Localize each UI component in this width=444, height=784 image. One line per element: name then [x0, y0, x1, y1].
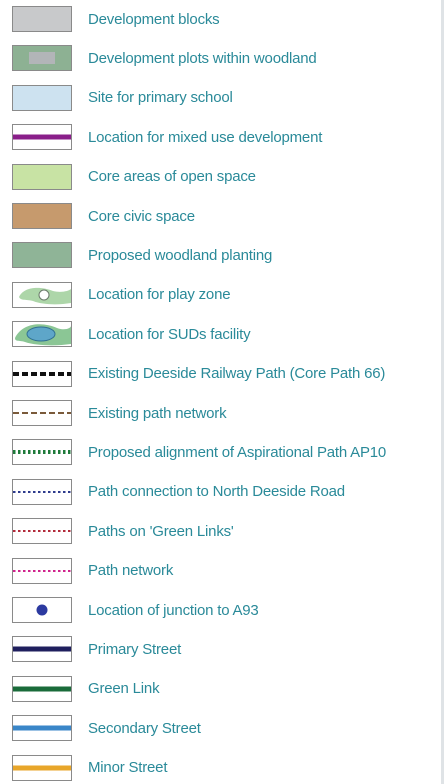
legend-symbol [13, 85, 71, 110]
legend-item: Location for mixed use development [12, 122, 322, 152]
legend-swatch [12, 597, 72, 623]
legend-swatch [12, 518, 72, 545]
legend-label: Site for primary school [88, 89, 233, 107]
legend-item: Path network [12, 556, 173, 586]
play-marker [38, 289, 50, 301]
legend-label: Development plots within woodland [88, 49, 317, 67]
legend-symbol [13, 530, 71, 533]
legend-item: Existing Deeside Railway Path (Core Path… [12, 359, 385, 389]
suds-icon [15, 324, 71, 346]
legend-symbol [19, 287, 71, 305]
legend-label: Existing Deeside Railway Path (Core Path… [88, 365, 386, 383]
legend-swatch [12, 478, 72, 505]
legend-symbol [13, 7, 71, 31]
legend-swatch [12, 45, 72, 72]
legend-swatch [12, 360, 72, 387]
legend-symbol [13, 450, 71, 455]
legend-item: Path connection to North Deeside Road [12, 477, 345, 507]
legend-item: Development blocks [12, 4, 220, 34]
legend-label: Core areas of open space [88, 168, 256, 186]
legend-item: Site for primary school [12, 83, 233, 113]
legend-label: Secondary Street [88, 719, 201, 737]
legend-label: Green Link [88, 680, 160, 698]
legend-swatch [12, 754, 72, 781]
legend-symbol [13, 243, 71, 268]
legend-symbol [13, 46, 71, 71]
fill-swatch [13, 164, 71, 189]
legend-item: Existing path network [12, 398, 227, 428]
legend-symbol [13, 686, 71, 692]
legend-item: Location of junction to A93 [12, 595, 259, 625]
legend-item: Green Link [12, 674, 160, 704]
legend-label: Location for SUDs facility [88, 325, 251, 343]
legend-label: Minor Street [88, 759, 168, 777]
legend-label: Path connection to North Deeside Road [88, 483, 345, 501]
legend-label: Existing path network [88, 404, 227, 422]
play-zone-icon [19, 287, 71, 305]
legend-item: Secondary Street [12, 713, 201, 743]
junction-icon [36, 604, 48, 616]
legend-symbol [13, 134, 71, 140]
legend-swatch [12, 636, 72, 663]
legend-label: Core civic space [88, 207, 195, 225]
legend-symbol [13, 765, 71, 771]
legend-label: Location for mixed use development [88, 128, 323, 146]
legend-symbol [13, 204, 71, 228]
legend-item: Core civic space [12, 201, 195, 231]
legend-swatch [12, 557, 72, 584]
legend-symbol [13, 569, 71, 572]
legend-symbol [13, 646, 71, 652]
legend-item: Minor Street [12, 753, 167, 783]
legend-item: Paths on 'Green Links' [12, 516, 234, 546]
fill-swatch [13, 204, 71, 228]
legend-item: Location for play zone [12, 280, 231, 310]
legend-symbol [13, 164, 71, 189]
legend-symbol [36, 604, 48, 616]
legend-swatch [12, 6, 72, 32]
legend-item: Primary Street [12, 634, 181, 664]
legend-symbol [13, 490, 71, 493]
legend-swatch [12, 124, 72, 151]
legend: Development blocks Development plots with… [0, 0, 444, 784]
legend-item: Core areas of open space [12, 162, 256, 192]
legend-label: Location for play zone [88, 286, 231, 304]
legend-swatch [12, 163, 72, 190]
legend-label: Path network [88, 562, 174, 580]
legend-swatch [12, 439, 72, 466]
legend-swatch [12, 321, 72, 348]
fill-swatch [13, 85, 71, 110]
plot-block [29, 52, 55, 65]
legend-swatch [12, 400, 72, 426]
fill-swatch [13, 7, 71, 31]
fill-swatch [13, 243, 71, 268]
legend-label: Proposed alignment of Aspirational Path … [88, 443, 387, 461]
legend-symbol [13, 725, 71, 731]
legend-swatch [12, 84, 72, 111]
legend-label: Development blocks [88, 10, 220, 28]
legend-item: Development plots within woodland [12, 43, 317, 73]
legend-symbol [15, 324, 71, 346]
legend-swatch [12, 242, 72, 269]
legend-label: Location of junction to A93 [88, 601, 259, 619]
legend-item: Proposed alignment of Aspirational Path … [12, 437, 386, 467]
legend-swatch [12, 675, 72, 702]
legend-item: Location for SUDs facility [12, 319, 251, 349]
legend-swatch [12, 715, 72, 742]
legend-label: Proposed woodland planting [88, 246, 273, 264]
legend-symbol [13, 412, 71, 414]
legend-label: Primary Street [88, 640, 182, 658]
suds-water [26, 326, 56, 342]
legend-swatch [12, 281, 72, 308]
legend-swatch [12, 203, 72, 229]
legend-symbol [13, 371, 71, 376]
legend-label: Paths on 'Green Links' [88, 522, 234, 540]
legend-item: Proposed woodland planting [12, 240, 272, 270]
